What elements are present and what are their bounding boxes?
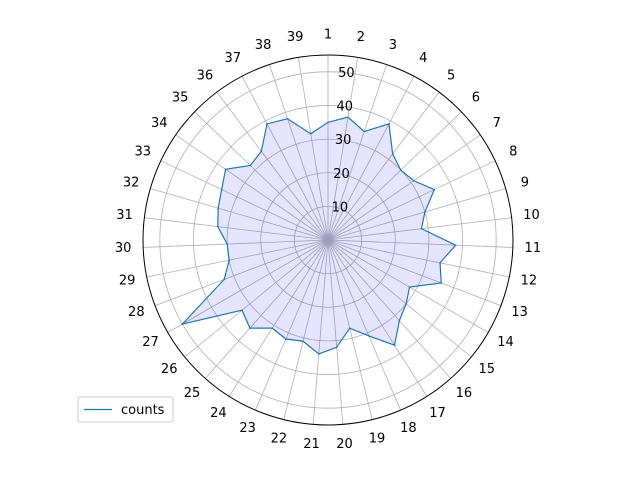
data-point-7 (413, 179, 415, 182)
data-point-12 (439, 262, 441, 264)
category-label-24: 24 (210, 406, 227, 421)
data-point-15 (405, 303, 407, 305)
series-layer (180, 116, 457, 355)
category-label-23: 23 (239, 421, 256, 436)
category-label-32: 32 (123, 175, 140, 190)
category-label-7: 7 (493, 116, 501, 131)
category-label-13: 13 (511, 305, 528, 320)
data-point-25 (249, 327, 251, 329)
data-point-2 (347, 116, 349, 118)
category-label-15: 15 (479, 362, 496, 377)
data-point-1 (327, 121, 329, 124)
category-label-35: 35 (172, 90, 189, 105)
category-label-29: 29 (119, 274, 136, 289)
data-point-26 (241, 309, 243, 312)
category-label-33: 33 (135, 145, 152, 160)
radial-tick-label-30: 30 (335, 133, 352, 148)
category-label-36: 36 (197, 69, 214, 84)
category-label-31: 31 (116, 208, 133, 223)
category-label-18: 18 (400, 421, 417, 436)
category-label-38: 38 (255, 38, 272, 53)
category-label-27: 27 (142, 335, 159, 350)
category-label-9: 9 (521, 175, 529, 190)
radial-tick-label-20: 20 (333, 167, 350, 182)
category-label-12: 12 (521, 274, 538, 289)
category-label-39: 39 (287, 30, 304, 45)
category-label-14: 14 (497, 335, 514, 350)
radar-chart-svg: 1020304050 1 2345678910111213141516171819… (77, 28, 542, 452)
category-label-1: 1 (324, 28, 332, 43)
category-label-34: 34 (151, 116, 168, 131)
category-label-11: 11 (525, 241, 542, 256)
category-label-37: 37 (224, 51, 241, 66)
data-point-18 (368, 335, 370, 337)
category-label-4: 4 (419, 51, 427, 66)
radial-tick-label-50: 50 (338, 66, 355, 81)
category-label-22: 22 (271, 432, 288, 447)
legend: counts (77, 396, 174, 423)
category-label-10: 10 (523, 208, 540, 223)
category-label-20: 20 (336, 437, 353, 452)
data-point-19 (348, 327, 351, 329)
data-point-3 (363, 130, 366, 133)
data-point-33 (220, 188, 223, 191)
category-label-5: 5 (447, 69, 455, 84)
data-point-6 (399, 169, 402, 171)
data-point-23 (285, 338, 287, 340)
data-point-21 (317, 353, 320, 355)
category-label-28: 28 (128, 305, 145, 320)
category-label-17: 17 (429, 406, 446, 421)
data-point-37 (266, 123, 268, 125)
legend-label: counts (121, 403, 165, 418)
data-point-38 (286, 117, 289, 120)
data-point-34 (224, 168, 227, 171)
data-point-9 (424, 211, 426, 213)
data-point-20 (335, 346, 338, 349)
series-area-counts (182, 117, 456, 354)
category-label-30: 30 (115, 241, 132, 256)
radar-chart: 10 20 30 40 50 1 2 3 4 5 6 7 8 9 10 11 12 13 14 15 16 17 18 19… (0, 0, 640, 480)
category-label-25: 25 (184, 386, 201, 401)
data-point-22 (302, 340, 304, 343)
data-point-5 (391, 153, 394, 155)
data-point-32 (217, 207, 219, 209)
category-label-19: 19 (369, 432, 386, 447)
data-point-11 (454, 244, 457, 246)
category-label-3: 3 (389, 38, 397, 53)
data-point-4 (388, 123, 390, 125)
data-point-13 (440, 282, 443, 284)
data-point-17 (393, 344, 396, 346)
category-label-8: 8 (509, 145, 517, 160)
data-point-39 (309, 132, 312, 135)
category-label-16: 16 (456, 386, 473, 401)
radial-tick-label-40: 40 (337, 100, 354, 115)
data-point-28 (223, 278, 226, 281)
data-point-29 (228, 259, 230, 261)
category-label-6: 6 (472, 90, 480, 105)
category-label-21: 21 (303, 437, 320, 452)
data-point-10 (420, 227, 423, 230)
data-point-36 (260, 150, 263, 153)
data-point-24 (271, 327, 274, 329)
radial-tick-label-10: 10 (332, 200, 349, 215)
category-label-2: 2 (357, 30, 365, 45)
data-point-30 (226, 243, 228, 245)
data-point-14 (408, 286, 411, 288)
data-point-16 (398, 319, 401, 322)
category-label-26: 26 (161, 362, 178, 377)
data-point-27 (181, 323, 184, 325)
data-point-31 (217, 225, 219, 228)
data-point-8 (433, 188, 436, 191)
data-point-35 (249, 164, 252, 167)
